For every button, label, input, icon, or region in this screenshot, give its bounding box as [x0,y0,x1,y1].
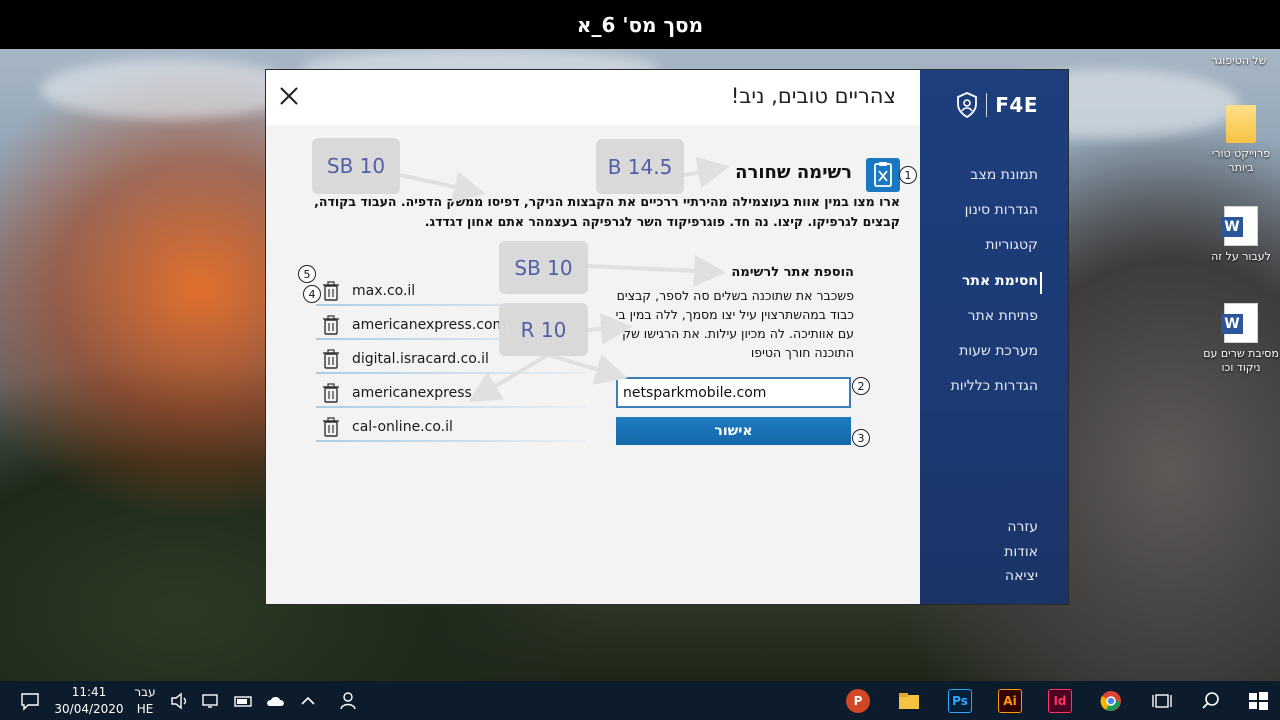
site-name: digital.isracard.co.il [352,351,489,367]
step-marker: 4 [303,285,321,303]
add-site-title: הוספת אתר לרשימה [731,265,854,280]
battery-icon[interactable] [232,689,256,713]
language-indicator[interactable]: עבר HE [130,684,160,718]
site-name: max.co.il [352,283,416,299]
desktop-folder-project[interactable]: פרוייקט טורי ביותר [1202,105,1280,175]
step-marker: 3 [852,429,870,447]
brand-logo: F4E [956,92,1038,118]
file-explorer-icon[interactable] [897,689,921,713]
desktop-word-file-1[interactable]: W לעבור על זה [1202,206,1280,264]
step-marker: 2 [852,377,870,395]
shield-icon [957,92,978,118]
photoshop-taskbar-icon[interactable]: Ps [948,689,972,713]
trash-icon[interactable] [322,417,340,437]
brand-name: F4E [995,93,1038,117]
people-icon[interactable] [336,689,360,713]
section-description: ארו מצו במין אוות בעוצמילה מהירתיי ררכיי… [314,194,900,229]
clipboard-x-icon [866,158,900,192]
sidebar: F4E תמונת מצב הגדרות סינון קטגוריות חסימ… [920,70,1068,604]
sidebar-item-exit[interactable]: יציאה [1005,568,1038,584]
sidebar-item-open-site[interactable]: פתיחת אתר [968,308,1038,324]
folder-icon [1226,105,1256,143]
step-marker: 1 [899,166,917,184]
desktop-word-file-2[interactable]: W מסיבת שרים עם ניקוד וכו [1202,303,1280,375]
screen-title-bar: מסך מס' 6_א [0,0,1280,49]
section-title: רשימה שחורה [735,162,852,183]
chrome-icon[interactable] [1099,689,1123,713]
trash-icon[interactable] [322,349,340,369]
step-marker: 5 [298,265,316,283]
trash-icon[interactable] [322,315,340,335]
notification-icon[interactable] [18,689,42,713]
trash-icon[interactable] [322,281,340,301]
annotation-tag: SB 10 [499,241,588,294]
add-site-description: פשכבר את שתוכנה בשלים סה לספר, קבצים כבו… [615,288,854,360]
sidebar-item-categories[interactable]: קטגוריות [985,237,1038,253]
network-icon[interactable] [200,689,224,713]
sidebar-item-block-site[interactable]: חסימת אתר [962,273,1038,289]
trash-icon[interactable] [322,383,340,403]
desktop-icon-label-top[interactable]: של הטיפוגר [1200,54,1278,68]
word-document-icon: W [1221,206,1258,246]
task-view-icon[interactable] [1150,689,1174,713]
app-header: צהריים טובים, ניב! [266,70,920,125]
annotation-tag: R 10 [499,303,588,356]
word-document-icon: W [1221,303,1258,343]
chevron-up-icon[interactable] [296,689,320,713]
taskbar: 11:41 30/04/2020 עבר HE P Ps Ai Id [0,681,1280,720]
illustrator-taskbar-icon[interactable]: Ai [998,689,1022,713]
windows-start-icon[interactable] [1246,689,1270,713]
confirm-button[interactable]: אישור [616,417,851,445]
indesign-taskbar-icon[interactable]: Id [1048,689,1072,713]
list-item: cal-online.co.il [316,412,586,442]
taskbar-clock[interactable]: 11:41 30/04/2020 [52,684,126,718]
screen-title: מסך מס' 6_א [576,12,704,37]
sidebar-item-status[interactable]: תמונת מצב [970,167,1038,183]
active-nav-indicator [1040,272,1042,294]
sidebar-item-filter-settings[interactable]: הגדרות סינון [965,202,1038,218]
volume-icon[interactable] [168,689,192,713]
sidebar-item-about[interactable]: אודות [1004,544,1038,560]
list-item: americanexpress [316,378,586,408]
annotation-tag: B 14.5 [596,139,684,194]
site-name: cal-online.co.il [352,419,453,435]
site-url-input[interactable] [616,377,851,408]
site-name: americanexpress [352,385,472,401]
greeting-text: צהריים טובים, ניב! [730,84,896,108]
site-name: americanexpress.com [352,317,507,333]
onedrive-cloud-icon[interactable] [264,689,288,713]
clock-time: 11:41 [71,685,107,699]
annotation-tag: SB 10 [312,138,400,194]
clock-date: 30/04/2020 [54,702,124,716]
close-icon[interactable] [278,85,300,107]
powerpoint-taskbar-icon[interactable]: P [846,689,870,713]
sidebar-item-general-settings[interactable]: הגדרות כלליות [951,378,1038,394]
search-icon[interactable] [1199,689,1223,713]
sidebar-item-help[interactable]: עזרה [1007,519,1038,535]
sidebar-item-schedule[interactable]: מערכת שעות [959,343,1038,359]
